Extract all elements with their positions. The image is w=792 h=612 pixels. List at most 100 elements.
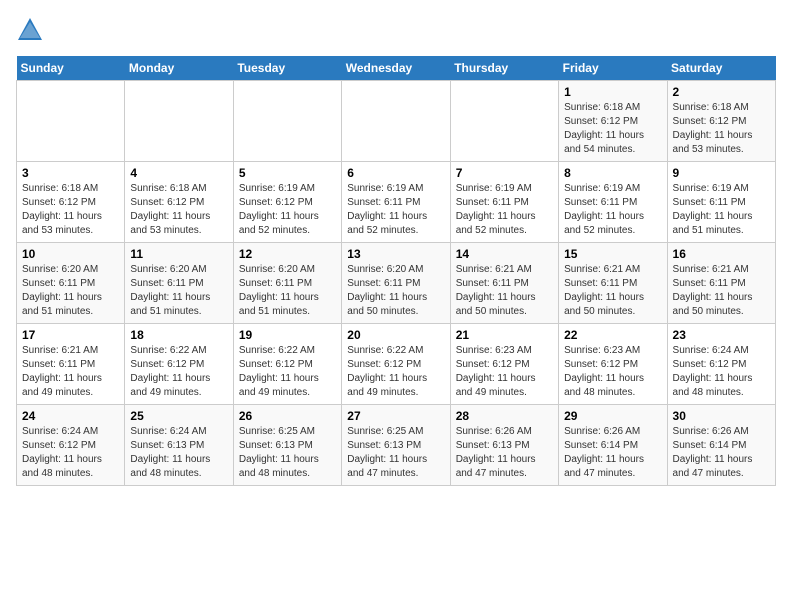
week-row-4: 17 Sunrise: 6:21 AM Sunset: 6:11 PM Dayli… — [17, 324, 776, 405]
calendar-cell: 17 Sunrise: 6:21 AM Sunset: 6:11 PM Dayli… — [17, 324, 125, 405]
day-number: 20 — [347, 328, 444, 342]
calendar-cell: 27 Sunrise: 6:25 AM Sunset: 6:13 PM Dayli… — [342, 405, 450, 486]
day-info: Sunrise: 6:19 AM Sunset: 6:12 PM Dayligh… — [239, 182, 336, 238]
calendar-cell — [450, 81, 558, 162]
calendar-cell: 12Sunrise: 6:20 AM Sunset: 6:11 PM Dayli… — [233, 243, 341, 324]
header — [16, 16, 776, 44]
day-number: 19 — [239, 328, 336, 342]
header-row: SundayMondayTuesdayWednesdayThursdayFrid… — [17, 56, 776, 81]
day-number: 16 — [673, 247, 770, 261]
calendar-cell: 20 Sunrise: 6:22 AM Sunset: 6:12 PM Dayli… — [342, 324, 450, 405]
day-info: Sunrise: 6:18 AM Sunset: 6:12 PM Dayligh… — [130, 182, 227, 238]
day-number: 15 — [564, 247, 661, 261]
day-number: 6 — [347, 166, 444, 180]
calendar-cell: 29 Sunrise: 6:26 AM Sunset: 6:14 PM Dayli… — [559, 405, 667, 486]
day-info: Sunrise: 6:18 AM Sunset: 6:12 PM Dayligh… — [564, 101, 661, 157]
calendar-cell: 6Sunrise: 6:19 AM Sunset: 6:11 PM Daylig… — [342, 162, 450, 243]
day-info: Sunrise: 6:24 AM Sunset: 6:12 PM Dayligh… — [673, 344, 770, 400]
day-info: Sunrise: 6:24 AM Sunset: 6:13 PM Dayligh… — [130, 425, 227, 481]
day-number: 9 — [673, 166, 770, 180]
day-number: 28 — [456, 409, 553, 423]
calendar-cell — [233, 81, 341, 162]
day-header-monday: Monday — [125, 56, 233, 81]
calendar-table: SundayMondayTuesdayWednesdayThursdayFrid… — [16, 56, 776, 486]
calendar-cell: 2 Sunrise: 6:18 AM Sunset: 6:12 PM Daylig… — [667, 81, 775, 162]
day-info: Sunrise: 6:23 AM Sunset: 6:12 PM Dayligh… — [456, 344, 553, 400]
calendar-cell: 9 Sunrise: 6:19 AM Sunset: 6:11 PM Daylig… — [667, 162, 775, 243]
day-number: 13 — [347, 247, 444, 261]
calendar-cell: 21 Sunrise: 6:23 AM Sunset: 6:12 PM Dayli… — [450, 324, 558, 405]
calendar-cell: 22Sunrise: 6:23 AM Sunset: 6:12 PM Dayli… — [559, 324, 667, 405]
day-number: 27 — [347, 409, 444, 423]
calendar-cell: 3 Sunrise: 6:18 AM Sunset: 6:12 PM Daylig… — [17, 162, 125, 243]
calendar-cell: 30 Sunrise: 6:26 AM Sunset: 6:14 PM Dayli… — [667, 405, 775, 486]
day-info: Sunrise: 6:19 AM Sunset: 6:11 PM Dayligh… — [673, 182, 770, 238]
calendar-cell: 4 Sunrise: 6:18 AM Sunset: 6:12 PM Daylig… — [125, 162, 233, 243]
day-info: Sunrise: 6:24 AM Sunset: 6:12 PM Dayligh… — [22, 425, 119, 481]
calendar-cell: 24 Sunrise: 6:24 AM Sunset: 6:12 PM Dayli… — [17, 405, 125, 486]
day-number: 24 — [22, 409, 119, 423]
day-header-saturday: Saturday — [667, 56, 775, 81]
calendar-cell: 8 Sunrise: 6:19 AM Sunset: 6:11 PM Daylig… — [559, 162, 667, 243]
day-number: 17 — [22, 328, 119, 342]
calendar-cell: 7 Sunrise: 6:19 AM Sunset: 6:11 PM Daylig… — [450, 162, 558, 243]
calendar-cell: 19 Sunrise: 6:22 AM Sunset: 6:12 PM Dayli… — [233, 324, 341, 405]
calendar-cell: 25 Sunrise: 6:24 AM Sunset: 6:13 PM Dayli… — [125, 405, 233, 486]
calendar-cell: 13 Sunrise: 6:20 AM Sunset: 6:11 PM Dayli… — [342, 243, 450, 324]
calendar-cell — [17, 81, 125, 162]
calendar-cell: 23 Sunrise: 6:24 AM Sunset: 6:12 PM Dayli… — [667, 324, 775, 405]
calendar-cell: 26 Sunrise: 6:25 AM Sunset: 6:13 PM Dayli… — [233, 405, 341, 486]
calendar-cell: 10Sunrise: 6:20 AM Sunset: 6:11 PM Dayli… — [17, 243, 125, 324]
day-info: Sunrise: 6:20 AM Sunset: 6:11 PM Dayligh… — [347, 263, 444, 319]
day-header-thursday: Thursday — [450, 56, 558, 81]
day-info: Sunrise: 6:26 AM Sunset: 6:14 PM Dayligh… — [673, 425, 770, 481]
day-info: Sunrise: 6:19 AM Sunset: 6:11 PM Dayligh… — [456, 182, 553, 238]
calendar-cell — [342, 81, 450, 162]
day-info: Sunrise: 6:22 AM Sunset: 6:12 PM Dayligh… — [130, 344, 227, 400]
logo — [16, 16, 48, 44]
day-info: Sunrise: 6:21 AM Sunset: 6:11 PM Dayligh… — [564, 263, 661, 319]
day-info: Sunrise: 6:22 AM Sunset: 6:12 PM Dayligh… — [347, 344, 444, 400]
day-number: 14 — [456, 247, 553, 261]
day-number: 30 — [673, 409, 770, 423]
day-number: 2 — [673, 85, 770, 99]
day-header-friday: Friday — [559, 56, 667, 81]
day-info: Sunrise: 6:18 AM Sunset: 6:12 PM Dayligh… — [22, 182, 119, 238]
day-number: 21 — [456, 328, 553, 342]
day-info: Sunrise: 6:20 AM Sunset: 6:11 PM Dayligh… — [130, 263, 227, 319]
day-info: Sunrise: 6:25 AM Sunset: 6:13 PM Dayligh… — [347, 425, 444, 481]
day-info: Sunrise: 6:22 AM Sunset: 6:12 PM Dayligh… — [239, 344, 336, 400]
day-number: 26 — [239, 409, 336, 423]
day-number: 29 — [564, 409, 661, 423]
calendar-cell: 18Sunrise: 6:22 AM Sunset: 6:12 PM Dayli… — [125, 324, 233, 405]
day-number: 25 — [130, 409, 227, 423]
day-info: Sunrise: 6:26 AM Sunset: 6:14 PM Dayligh… — [564, 425, 661, 481]
day-number: 12 — [239, 247, 336, 261]
day-number: 23 — [673, 328, 770, 342]
week-row-1: 1Sunrise: 6:18 AM Sunset: 6:12 PM Daylig… — [17, 81, 776, 162]
calendar-cell: 5Sunrise: 6:19 AM Sunset: 6:12 PM Daylig… — [233, 162, 341, 243]
week-row-5: 24 Sunrise: 6:24 AM Sunset: 6:12 PM Dayli… — [17, 405, 776, 486]
day-info: Sunrise: 6:21 AM Sunset: 6:11 PM Dayligh… — [673, 263, 770, 319]
day-info: Sunrise: 6:21 AM Sunset: 6:11 PM Dayligh… — [22, 344, 119, 400]
day-info: Sunrise: 6:25 AM Sunset: 6:13 PM Dayligh… — [239, 425, 336, 481]
day-number: 11 — [130, 247, 227, 261]
week-row-2: 3 Sunrise: 6:18 AM Sunset: 6:12 PM Daylig… — [17, 162, 776, 243]
week-row-3: 10Sunrise: 6:20 AM Sunset: 6:11 PM Dayli… — [17, 243, 776, 324]
day-number: 3 — [22, 166, 119, 180]
day-header-sunday: Sunday — [17, 56, 125, 81]
calendar-cell: 11 Sunrise: 6:20 AM Sunset: 6:11 PM Dayli… — [125, 243, 233, 324]
day-number: 4 — [130, 166, 227, 180]
day-number: 8 — [564, 166, 661, 180]
day-info: Sunrise: 6:18 AM Sunset: 6:12 PM Dayligh… — [673, 101, 770, 157]
day-info: Sunrise: 6:21 AM Sunset: 6:11 PM Dayligh… — [456, 263, 553, 319]
calendar-cell — [125, 81, 233, 162]
day-header-wednesday: Wednesday — [342, 56, 450, 81]
calendar-cell: 28Sunrise: 6:26 AM Sunset: 6:13 PM Dayli… — [450, 405, 558, 486]
day-info: Sunrise: 6:20 AM Sunset: 6:11 PM Dayligh… — [22, 263, 119, 319]
day-info: Sunrise: 6:23 AM Sunset: 6:12 PM Dayligh… — [564, 344, 661, 400]
day-info: Sunrise: 6:19 AM Sunset: 6:11 PM Dayligh… — [564, 182, 661, 238]
day-number: 7 — [456, 166, 553, 180]
day-header-tuesday: Tuesday — [233, 56, 341, 81]
calendar-cell: 15 Sunrise: 6:21 AM Sunset: 6:11 PM Dayli… — [559, 243, 667, 324]
